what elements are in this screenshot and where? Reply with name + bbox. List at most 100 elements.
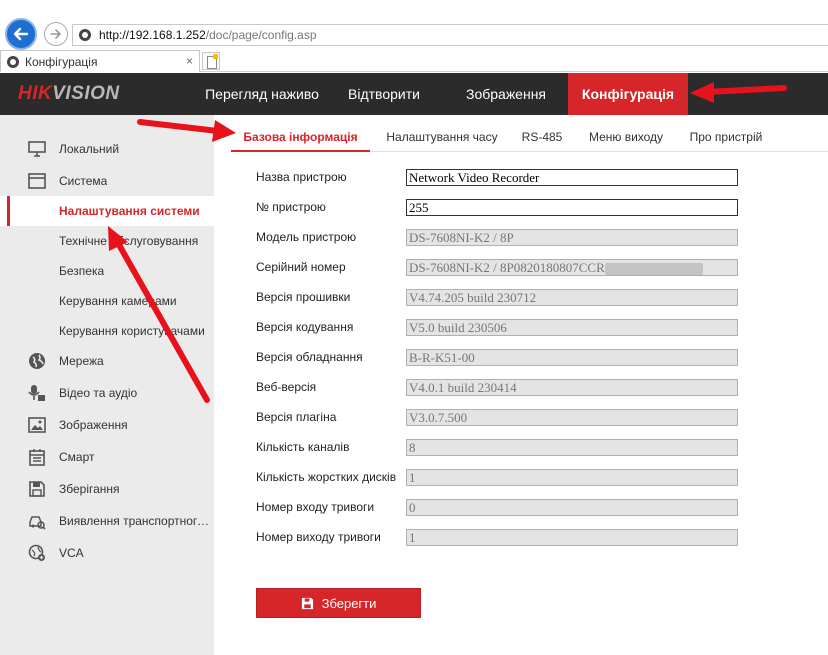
browser-back-button[interactable] [5, 18, 37, 50]
address-path: /doc/page/config.asp [205, 28, 317, 42]
serial-number-value: DS-7608NI-K2 / 8P0820180807CCR [406, 259, 738, 276]
nav-configuration[interactable]: Конфігурація [568, 73, 688, 115]
tab-favicon-icon [7, 55, 19, 68]
serial-number-text: DS-7608NI-K2 / 8P0820180807CCR [409, 260, 605, 275]
tab-rs485[interactable]: RS-485 [516, 122, 568, 152]
form-row-alarm-out: Номер виходу тривоги 1 [256, 529, 816, 547]
channels-count-value: 8 [406, 439, 738, 456]
monitor-icon [28, 140, 46, 158]
car-search-icon [28, 512, 46, 530]
form-row-serial: Серійний номер DS-7608NI-K2 / 8P08201808… [256, 259, 816, 277]
sidebar-item-system-settings[interactable]: Налаштування системи [0, 196, 214, 226]
address-url[interactable]: http://192.168.1.252/doc/page/config.asp [99, 28, 317, 42]
form-row-channels: Кількість каналів 8 [256, 439, 816, 457]
sidebar-item-maintenance[interactable]: Технічне обслуговування [0, 226, 214, 256]
encoding-version-value: V5.0 build 230506 [406, 319, 738, 336]
nav-live-view[interactable]: Перегляд наживо [196, 73, 328, 115]
sidebar-item-label: Керування користувачами [59, 324, 205, 338]
sidebar-item-label: Виявлення транспортного засобу [59, 514, 211, 528]
field-label: Версія плагіна [256, 410, 337, 424]
nav-picture[interactable]: Зображення [456, 73, 556, 115]
form-row-model: Модель пристрою DS-7608NI-K2 / 8P [256, 229, 816, 247]
sidebar-item-label: Зображення [59, 418, 128, 432]
field-label: Кількість жорстких дисків [256, 470, 397, 484]
address-bar[interactable]: http://192.168.1.252/doc/page/config.asp [72, 24, 828, 46]
tab-basic-info[interactable]: Базова інформація [231, 122, 370, 152]
hikvision-logo: HIKVISION [18, 83, 120, 104]
field-label: Веб-версія [256, 380, 317, 394]
sidebar-item-storage[interactable]: Зберігання [0, 474, 214, 504]
config-subtabs: Базова інформація Налаштування часу RS-4… [231, 122, 828, 152]
sidebar-item-label: Смарт [59, 450, 95, 464]
page-root: http://192.168.1.252/doc/page/config.asp… [0, 0, 828, 655]
form-row-encoding: Версія кодування V5.0 build 230506 [256, 319, 816, 337]
sidebar-item-local[interactable]: Локальний [0, 134, 214, 164]
tab-close-icon[interactable]: × [186, 54, 193, 68]
field-label: Версія кодування [256, 320, 354, 334]
sidebar-item-video-audio[interactable]: Відео та аудіо [0, 378, 214, 408]
alarm-output-value: 1 [406, 529, 738, 546]
tab-time-settings[interactable]: Налаштування часу [380, 122, 504, 152]
device-name-input[interactable]: Network Video Recorder [406, 169, 738, 186]
address-host: http://192.168.1.252 [99, 28, 206, 42]
hdd-count-value: 1 [406, 469, 738, 486]
mic-video-icon [28, 384, 46, 402]
sidebar-item-vehicle-detection[interactable]: Виявлення транспортного засобу [0, 506, 214, 536]
firmware-version-value: V4.74.205 build 230712 [406, 289, 738, 306]
vca-icon [28, 544, 46, 562]
new-tab-button[interactable] [202, 52, 220, 70]
tab-menu-output[interactable]: Меню виходу [585, 122, 667, 152]
image-icon [28, 416, 46, 434]
sidebar-item-label: Зберігання [59, 482, 120, 496]
arrow-right-icon [50, 29, 61, 39]
device-model-value: DS-7608NI-K2 / 8P [406, 229, 738, 246]
browser-forward-button[interactable] [44, 22, 68, 46]
sidebar-item-label: Налаштування системи [59, 204, 200, 218]
tab-about-device[interactable]: Про пристрій [686, 122, 766, 152]
site-favicon-icon [79, 29, 91, 41]
web-version-value: V4.0.1 build 230414 [406, 379, 738, 396]
browser-tab-row: Конфігурація × [0, 50, 828, 72]
device-number-input[interactable]: 255 [406, 199, 738, 216]
field-label: Назва пристрою [256, 170, 347, 184]
redacted-block [604, 263, 703, 275]
sidebar: Локальний Система Налаштування системи Т… [0, 115, 214, 655]
form-row-device-no: № пристрою 255 [256, 199, 816, 217]
form-row-hdd: Кількість жорстких дисків 1 [256, 469, 816, 487]
sidebar-item-label: Локальний [59, 142, 120, 156]
nav-playback[interactable]: Відтворити [336, 73, 432, 115]
arrow-left-icon [13, 27, 29, 41]
form-row-alarm-in: Номер входу тривоги 0 [256, 499, 816, 517]
field-label: Кількість каналів [256, 440, 350, 454]
sidebar-item-security[interactable]: Безпека [0, 256, 214, 286]
sidebar-item-smart[interactable]: Смарт [0, 442, 214, 472]
globe-icon [28, 352, 46, 370]
floppy-icon [28, 480, 46, 498]
sidebar-item-user-management[interactable]: Керування користувачами [0, 316, 214, 346]
sidebar-item-network[interactable]: Мережа [0, 346, 214, 376]
form-row-device-name: Назва пристрою Network Video Recorder [256, 169, 816, 187]
sidebar-item-label: VCA [59, 546, 84, 560]
form-row-plugin: Версія плагіна V3.0.7.500 [256, 409, 816, 427]
sidebar-item-label: Безпека [59, 264, 105, 278]
system-window-icon [28, 172, 46, 190]
field-label: Серійний номер [256, 260, 346, 274]
app-header: HIKVISION Перегляд наживо Відтворити Зоб… [0, 73, 828, 115]
form-row-firmware: Версія прошивки V4.74.205 build 230712 [256, 289, 816, 307]
plugin-version-value: V3.0.7.500 [406, 409, 738, 426]
field-label: Версія обладнання [256, 350, 363, 364]
form-row-web: Веб-версія V4.0.1 build 230414 [256, 379, 816, 397]
sidebar-item-vca[interactable]: VCA [0, 538, 214, 568]
sidebar-item-system[interactable]: Система [0, 166, 214, 196]
floppy-icon [301, 597, 313, 609]
browser-tab[interactable]: Конфігурація × [0, 50, 200, 72]
field-label: Модель пристрою [256, 230, 357, 244]
browser-toolbar: http://192.168.1.252/doc/page/config.asp [0, 0, 828, 50]
sidebar-item-label: Мережа [59, 354, 104, 368]
sidebar-item-camera-management[interactable]: Керування камерами [0, 286, 214, 316]
alarm-input-value: 0 [406, 499, 738, 516]
save-button[interactable]: Зберегти [256, 588, 421, 618]
sidebar-item-image[interactable]: Зображення [0, 410, 214, 440]
save-button-label: Зберегти [321, 595, 377, 611]
sidebar-item-label: Відео та аудіо [59, 386, 138, 400]
